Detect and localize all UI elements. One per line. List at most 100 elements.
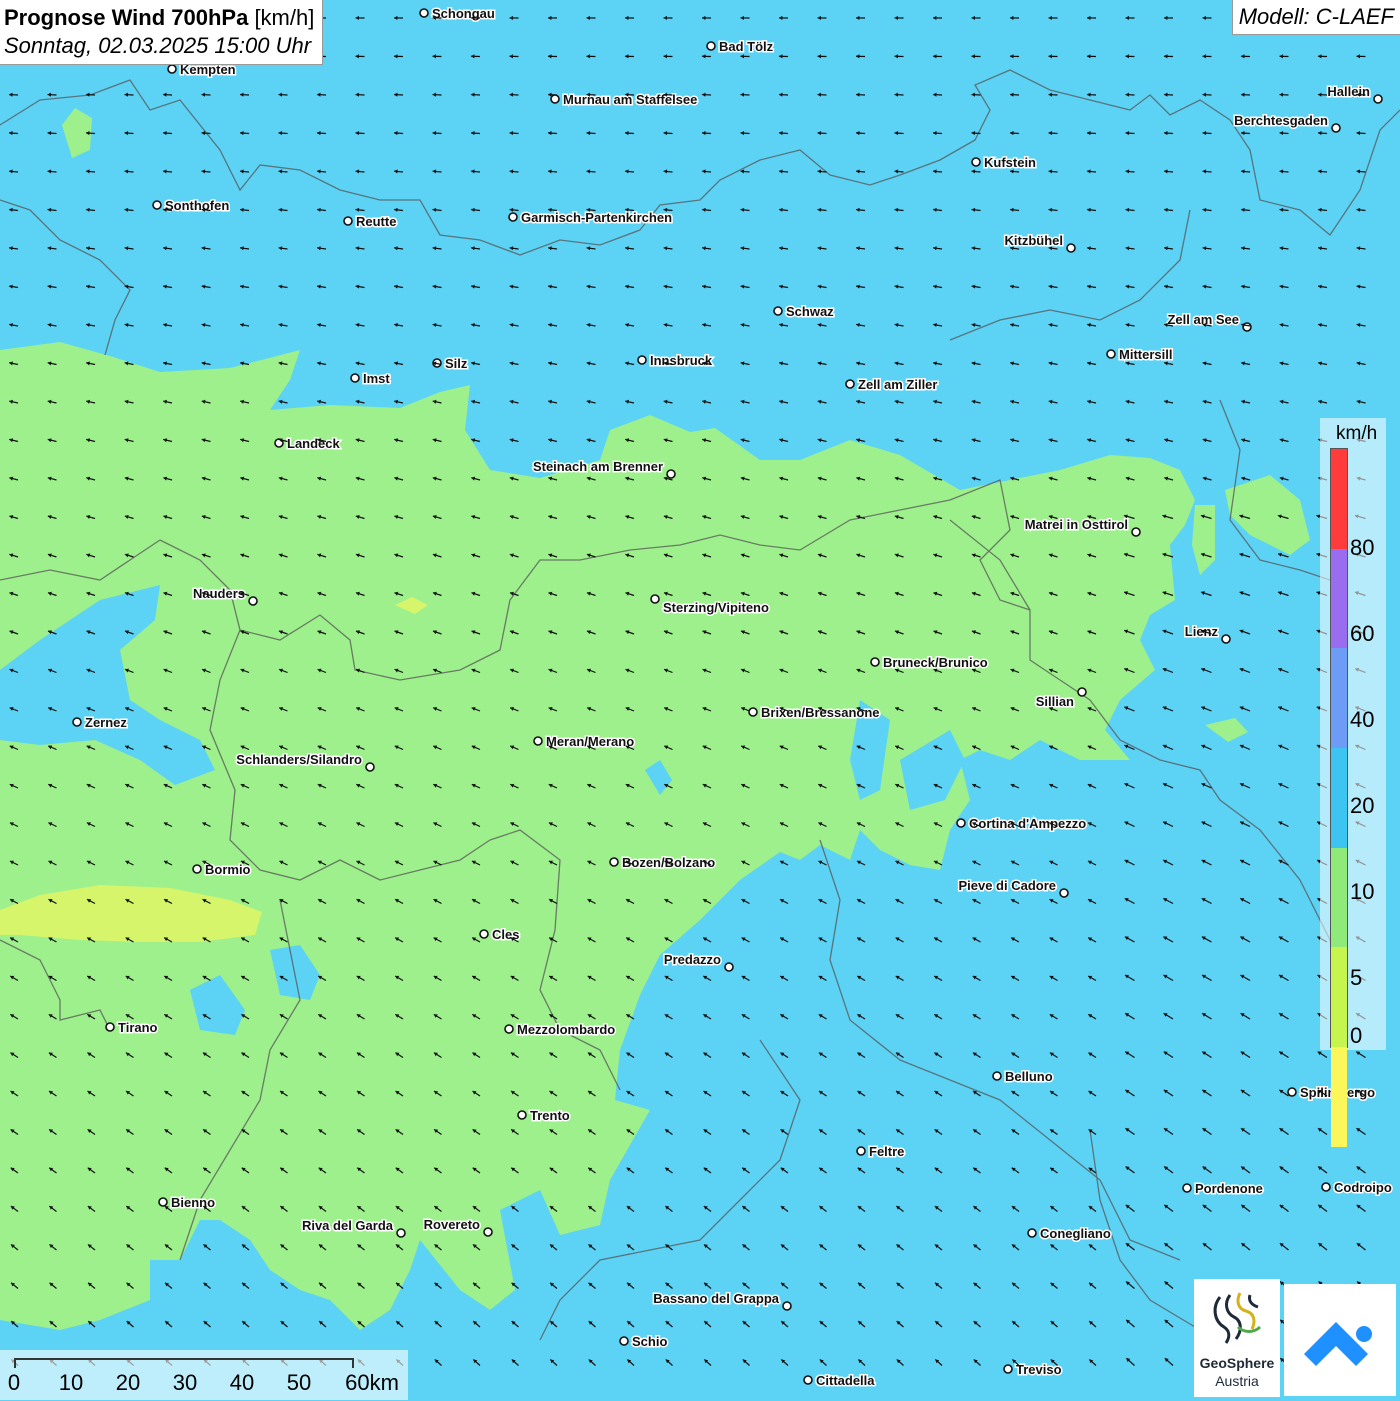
- geosphere-mark-icon: [1208, 1287, 1268, 1347]
- city-label: Steinach am Brenner: [533, 459, 663, 474]
- city-label: Garmisch-Partenkirchen: [521, 210, 672, 225]
- city-label: Lienz: [1185, 624, 1219, 639]
- city-marker: [159, 1198, 167, 1206]
- city-label: Matrei in Osttirol: [1025, 517, 1128, 532]
- geosphere-name: GeoSphere: [1194, 1355, 1280, 1371]
- city-marker: [1222, 635, 1230, 643]
- city-label: Berchtesgaden: [1234, 113, 1328, 128]
- city-marker: [551, 95, 559, 103]
- city-marker: [1067, 244, 1075, 252]
- city-label: Schwaz: [786, 304, 834, 319]
- legend-tick-label: 0: [1350, 1023, 1362, 1049]
- city-label: Tirano: [118, 1020, 158, 1035]
- city-label: Kitzbühel: [1005, 233, 1064, 248]
- city-label: Landeck: [287, 436, 341, 451]
- city-marker: [871, 658, 879, 666]
- city-label: Cittadella: [816, 1373, 875, 1388]
- city-label: Imst: [363, 371, 390, 386]
- city-marker: [193, 865, 201, 873]
- app-chevron-icon: [1284, 1284, 1396, 1396]
- weather-app-logo: [1284, 1284, 1396, 1396]
- city-marker: [783, 1302, 791, 1310]
- city-label: Sillian: [1036, 694, 1074, 709]
- title-panel: Prognose Wind 700hPa [km/h] Sonntag, 02.…: [0, 0, 323, 65]
- city-marker: [857, 1147, 865, 1155]
- legend-tick-label: 60: [1350, 621, 1374, 647]
- city-marker: [106, 1023, 114, 1031]
- scale-label: 50: [287, 1370, 311, 1396]
- title-unit: [km/h]: [254, 5, 314, 30]
- city-marker: [534, 737, 542, 745]
- legend-tick-label: 10: [1350, 879, 1374, 905]
- scale-label: 40: [230, 1370, 254, 1396]
- city-label: Conegliano: [1040, 1226, 1111, 1241]
- legend-tick-label: 40: [1350, 707, 1374, 733]
- city-marker: [651, 595, 659, 603]
- city-label: Codroipo: [1334, 1180, 1392, 1195]
- legend-bar: [1330, 448, 1348, 1048]
- city-marker: [1028, 1229, 1036, 1237]
- city-marker: [420, 9, 428, 17]
- color-legend: km/h 806040201050: [1320, 418, 1386, 1050]
- legend-color-band: [1331, 947, 1347, 1047]
- city-marker: [1332, 124, 1340, 132]
- city-label: Belluno: [1005, 1069, 1053, 1084]
- city-marker: [638, 356, 646, 364]
- city-marker: [480, 930, 488, 938]
- scale-label: 30: [173, 1370, 197, 1396]
- city-label: Sterzing/Vipiteno: [663, 600, 769, 615]
- geosphere-country: Austria: [1194, 1373, 1280, 1389]
- city-marker: [518, 1111, 526, 1119]
- legend-tick-label: 5: [1350, 965, 1362, 991]
- map-title: Prognose Wind 700hPa [km/h]: [4, 4, 314, 32]
- city-label: Bassano del Grappa: [653, 1291, 779, 1306]
- legend-color-band: [1331, 1047, 1347, 1147]
- city-label: Reutte: [356, 214, 396, 229]
- city-label: Bad Tölz: [719, 39, 774, 54]
- city-label: Schlanders/Silandro: [236, 752, 362, 767]
- city-label: Silz: [445, 356, 468, 371]
- legend-unit: km/h: [1336, 423, 1377, 445]
- city-marker: [1183, 1184, 1191, 1192]
- scale-label: 20: [116, 1370, 140, 1396]
- city-marker: [1004, 1365, 1012, 1373]
- legend-color-band: [1331, 748, 1347, 848]
- city-label: Pieve di Cadore: [958, 878, 1056, 893]
- geosphere-logo: GeoSphere Austria: [1194, 1279, 1280, 1397]
- city-label: Bormio: [205, 862, 251, 877]
- city-label: Innsbruck: [650, 353, 713, 368]
- city-marker: [1288, 1088, 1296, 1096]
- city-marker: [1078, 688, 1086, 696]
- city-marker: [725, 963, 733, 971]
- city-label: Rovereto: [424, 1217, 480, 1232]
- city-marker: [957, 819, 965, 827]
- city-label: Riva del Garda: [302, 1218, 394, 1233]
- forecast-datetime: Sonntag, 02.03.2025 15:00 Uhr: [4, 32, 314, 60]
- city-label: Nauders: [193, 586, 245, 601]
- scale-label: 0: [8, 1370, 20, 1396]
- scale-bar: 0 10 20 30 40 50 60km: [0, 1350, 408, 1400]
- scale-label: 60km: [345, 1370, 399, 1396]
- city-marker: [351, 374, 359, 382]
- city-label: Zernez: [85, 715, 127, 730]
- title-main: Prognose Wind 700hPa: [4, 5, 248, 30]
- city-label: Bruneck/Brunico: [883, 655, 988, 670]
- scale-label: 10: [59, 1370, 83, 1396]
- city-marker: [804, 1376, 812, 1384]
- city-marker: [509, 213, 517, 221]
- city-label: Trento: [530, 1108, 570, 1123]
- city-label: Feltre: [869, 1144, 904, 1159]
- city-marker: [1374, 95, 1382, 103]
- legend-color-band: [1331, 848, 1347, 948]
- city-label: Sonthofen: [165, 198, 229, 213]
- city-label: Kufstein: [984, 155, 1036, 170]
- city-marker: [153, 201, 161, 209]
- city-marker: [1322, 1183, 1330, 1191]
- city-label: Mittersill: [1119, 347, 1172, 362]
- city-marker: [774, 307, 782, 315]
- city-marker: [505, 1025, 513, 1033]
- city-marker: [846, 380, 854, 388]
- city-marker: [707, 42, 715, 50]
- wind-map: SchongauBad TölzKemptenMurnau am Staffel…: [0, 0, 1400, 1400]
- city-marker: [610, 858, 618, 866]
